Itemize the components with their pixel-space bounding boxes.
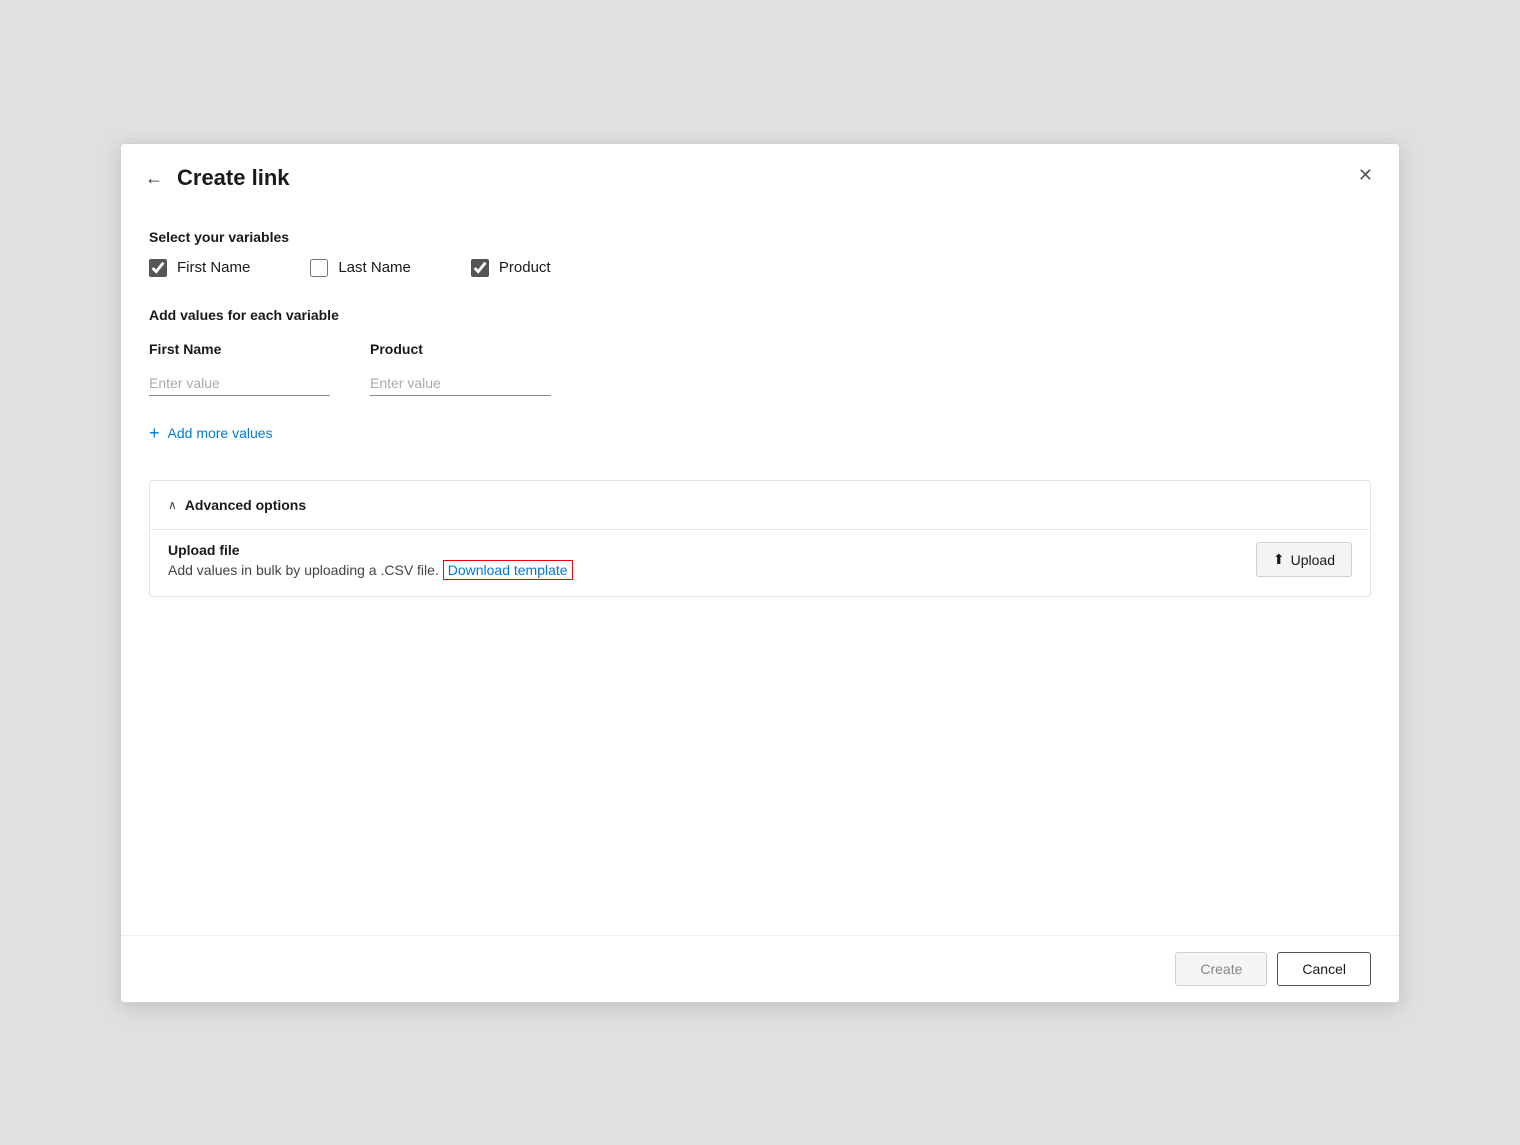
plus-icon: +	[149, 424, 160, 442]
variables-section-label: Select your variables	[149, 229, 1371, 245]
add-more-button[interactable]: + Add more values	[149, 416, 273, 450]
upload-description: Add values in bulk by uploading a .CSV f…	[168, 562, 573, 578]
add-values-title: Add values for each variable	[149, 307, 1371, 323]
first-name-column: First Name	[149, 341, 330, 396]
last-name-label: Last Name	[338, 259, 411, 276]
cancel-button[interactable]: Cancel	[1277, 952, 1371, 986]
upload-file-title: Upload file	[168, 542, 573, 558]
first-name-label: First Name	[177, 259, 250, 276]
add-values-section: Add values for each variable First Name …	[149, 307, 1371, 450]
product-column-header: Product	[370, 341, 551, 357]
close-button[interactable]: ✕	[1352, 162, 1379, 188]
first-name-checkbox[interactable]	[149, 259, 167, 277]
first-name-input[interactable]	[149, 371, 330, 396]
last-name-checkbox-item[interactable]: Last Name	[310, 259, 411, 277]
product-checkbox-item[interactable]: Product	[471, 259, 551, 277]
upload-button-label: Upload	[1291, 552, 1335, 568]
add-more-label: Add more values	[168, 425, 273, 441]
dialog-content: Select your variables First Name Last Na…	[121, 209, 1399, 935]
values-columns: First Name Product	[149, 341, 1371, 396]
product-input[interactable]	[370, 371, 551, 396]
product-column: Product	[370, 341, 551, 396]
product-label: Product	[499, 259, 551, 276]
dialog-footer: Create Cancel	[121, 935, 1399, 1002]
first-name-column-header: First Name	[149, 341, 330, 357]
create-link-dialog: ← Create link ✕ Select your variables Fi…	[120, 143, 1400, 1003]
variables-row: First Name Last Name Product	[149, 259, 1371, 277]
upload-button[interactable]: ⬆ Upload	[1256, 542, 1352, 577]
first-name-checkbox-item[interactable]: First Name	[149, 259, 250, 277]
dialog-title: Create link	[177, 165, 290, 191]
create-button[interactable]: Create	[1175, 952, 1267, 986]
upload-desc-prefix: Add values in bulk by uploading a .CSV f…	[168, 562, 439, 578]
advanced-options-section: ∧ Advanced options Upload file Add value…	[149, 480, 1371, 597]
advanced-options-title: Advanced options	[185, 497, 306, 513]
back-button[interactable]: ←	[141, 164, 167, 193]
product-checkbox[interactable]	[471, 259, 489, 277]
advanced-options-body: Upload file Add values in bulk by upload…	[150, 529, 1370, 596]
last-name-checkbox[interactable]	[310, 259, 328, 277]
chevron-up-icon: ∧	[168, 498, 177, 512]
dialog-header: ← Create link ✕	[121, 144, 1399, 209]
upload-icon: ⬆	[1273, 551, 1285, 568]
download-template-link[interactable]: Download template	[443, 560, 573, 580]
upload-info: Upload file Add values in bulk by upload…	[168, 542, 573, 578]
advanced-options-toggle[interactable]: ∧ Advanced options	[150, 481, 1370, 529]
